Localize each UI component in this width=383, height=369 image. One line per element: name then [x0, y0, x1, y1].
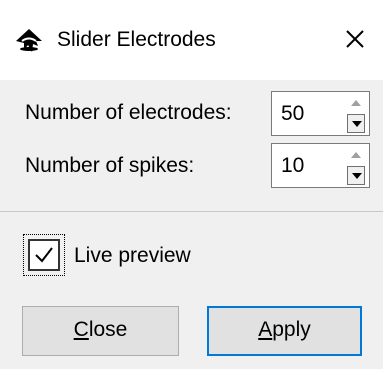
apply-mnemonic: A — [258, 318, 273, 341]
spin-down-icon[interactable] — [347, 114, 365, 133]
checkbox-box — [28, 239, 60, 271]
window-title: Slider Electrodes — [57, 28, 216, 51]
close-button[interactable]: Close — [22, 306, 179, 356]
close-label-rest: lose — [88, 318, 128, 341]
live-preview-label[interactable]: Live preview — [74, 243, 191, 269]
close-mnemonic: C — [73, 318, 89, 341]
close-icon[interactable] — [340, 24, 370, 54]
spin-up-icon[interactable] — [347, 94, 365, 113]
spikes-label: Number of spikes: — [25, 154, 195, 177]
apply-button[interactable]: Apply — [207, 306, 362, 356]
apply-label-rest: pply — [272, 318, 311, 341]
spikes-spin-buttons — [343, 144, 369, 187]
spikes-spinbox[interactable]: 10 — [271, 143, 370, 188]
electrodes-spin-buttons — [343, 92, 369, 135]
divider — [0, 211, 383, 212]
inkscape-icon — [14, 28, 44, 54]
title-bar: Slider Electrodes — [0, 0, 383, 80]
spin-down-icon[interactable] — [347, 166, 365, 185]
electrodes-label: Number of electrodes: — [25, 101, 232, 124]
checkmark-icon — [35, 247, 53, 263]
electrodes-value[interactable]: 50 — [281, 101, 304, 127]
electrodes-spinbox[interactable]: 50 — [271, 91, 370, 136]
live-preview-checkbox[interactable] — [23, 234, 65, 276]
spin-up-icon[interactable] — [347, 146, 365, 165]
spikes-value[interactable]: 10 — [281, 153, 304, 179]
